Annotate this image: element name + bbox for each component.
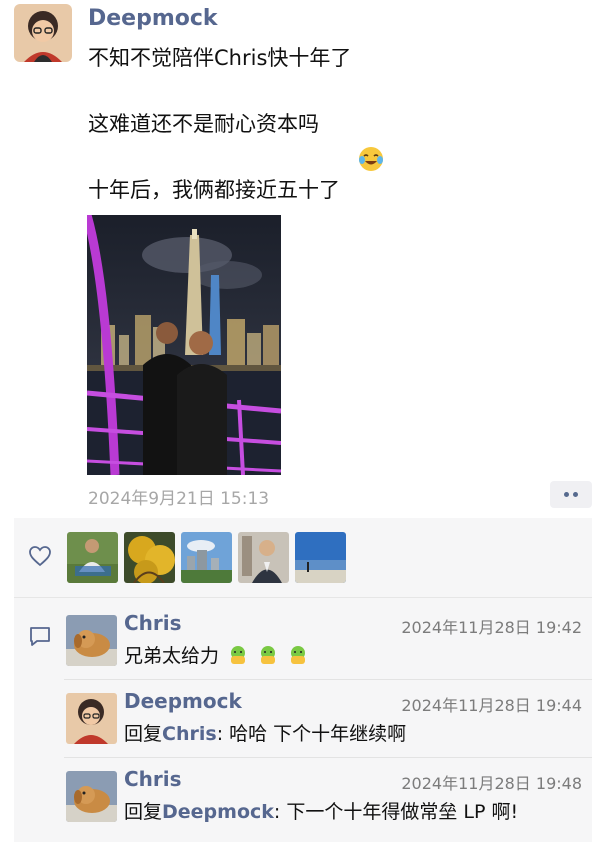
- comment-text-content: : 哈哈 下个十年继续啊: [216, 723, 407, 745]
- comment-text: 回复Chris: 哈哈 下个十年继续啊: [124, 719, 406, 746]
- comment-time: 2024年11月28日 19:42: [401, 618, 582, 637]
- comment-item[interactable]: Chris 2024年11月28日 19:42 兄弟太给力: [64, 602, 592, 680]
- hug-emoji-icon: [287, 644, 309, 666]
- comment-text: 回复Deepmock: 下一个十年得做常垒 LP 啊!: [124, 797, 518, 824]
- commenter-name[interactable]: Chris: [124, 767, 182, 791]
- comment-time: 2024年11月28日 19:44: [401, 696, 582, 715]
- comment-item[interactable]: Chris 2024年11月28日 19:48 回复Deepmock: 下一个十…: [64, 758, 592, 836]
- liker-avatar-5[interactable]: [295, 532, 346, 583]
- hug-emoji-icon: [227, 644, 249, 666]
- post-photo[interactable]: [87, 215, 281, 475]
- post-text-content: 不知不觉陪伴Chris快十年了 这难道还不是耐心资本吗 十年后，我俩都接近五十了: [88, 46, 352, 202]
- comment-text-content: 兄弟太给力: [124, 645, 220, 667]
- author-avatar[interactable]: [14, 4, 72, 62]
- likes-row: [14, 518, 592, 598]
- post-text: 不知不觉陪伴Chris快十年了 这难道还不是耐心资本吗 十年后，我俩都接近五十了: [88, 42, 568, 207]
- comment-text: 兄弟太给力: [124, 641, 309, 668]
- comment-text-content: : 下一个十年得做常垒 LP 啊!: [273, 801, 519, 823]
- liker-avatar-4[interactable]: [238, 532, 289, 583]
- hug-emoji-icon: [257, 644, 279, 666]
- reply-to-name[interactable]: Deepmock: [162, 801, 274, 823]
- reply-to-name[interactable]: Chris: [162, 723, 217, 745]
- commenter-avatar[interactable]: [66, 615, 117, 666]
- comment-time: 2024年11月28日 19:48: [401, 774, 582, 793]
- post-timestamp: 2024年9月21日 15:13: [88, 489, 270, 509]
- heart-icon: [29, 546, 51, 567]
- liker-avatar-2[interactable]: [124, 532, 175, 583]
- liker-avatar-1[interactable]: [67, 532, 118, 583]
- reply-prefix: 回复: [124, 723, 163, 745]
- reply-prefix: 回复: [124, 801, 163, 823]
- post-author-name[interactable]: Deepmock: [88, 6, 218, 31]
- commenter-name[interactable]: Chris: [124, 611, 182, 635]
- feedback-panel: Chris 2024年11月28日 19:42 兄弟太给力 Deepmock 2…: [14, 518, 592, 842]
- commenter-avatar[interactable]: [66, 693, 117, 744]
- more-options-button[interactable]: [550, 481, 592, 508]
- commenter-avatar[interactable]: [66, 771, 117, 822]
- dot-icon: [573, 492, 578, 497]
- commenter-name[interactable]: Deepmock: [124, 689, 242, 713]
- comment-icon: [30, 627, 50, 646]
- comment-item[interactable]: Deepmock 2024年11月28日 19:44 回复Chris: 哈哈 下…: [64, 680, 592, 758]
- crying-laughing-emoji-icon: [358, 113, 384, 171]
- liker-avatar-3[interactable]: [181, 532, 232, 583]
- dot-icon: [564, 492, 569, 497]
